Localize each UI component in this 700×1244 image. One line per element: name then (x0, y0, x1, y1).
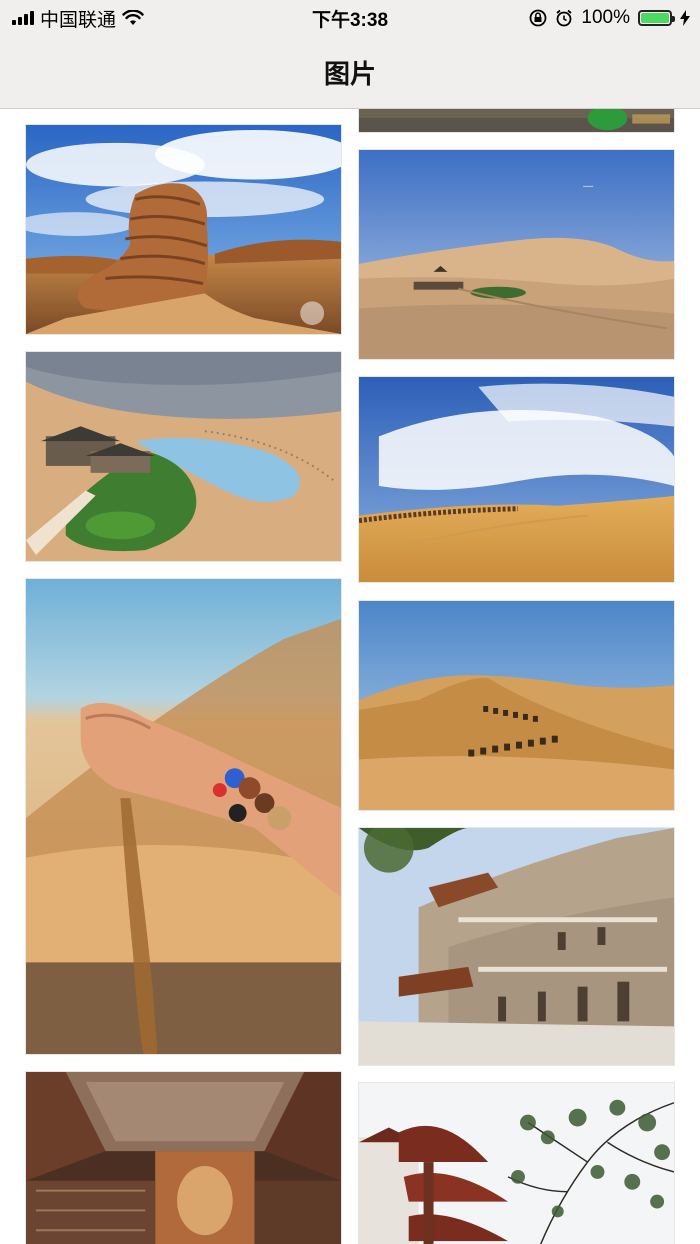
partial-photo-top[interactable] (358, 109, 675, 133)
charging-icon (680, 10, 690, 26)
svg-text:—: — (583, 180, 594, 193)
battery-percent: 100% (581, 7, 630, 28)
dunes-oasis-photo[interactable]: — (358, 149, 675, 360)
page-title: 图片 (323, 58, 376, 89)
mogao-caves-photo[interactable] (358, 827, 675, 1066)
carrier-label: 中国联通 (40, 9, 117, 31)
yadan-rock-photo[interactable] (25, 124, 342, 335)
alarm-icon (556, 9, 572, 27)
status-left: 中国联通 (0, 5, 144, 32)
crescent-lake-photo[interactable] (25, 351, 342, 562)
cave-ceiling-photo[interactable] (25, 1071, 342, 1244)
pagoda-tree-photo[interactable] (358, 1082, 675, 1244)
wifi-icon (122, 10, 144, 25)
sand-hand-photo[interactable] (25, 578, 342, 1055)
status-bar: 中国联通 下午3:38 100% (0, 0, 700, 36)
camel-caravan-sky-photo[interactable] (358, 376, 675, 583)
photo-gallery[interactable]: — (0, 109, 700, 1244)
rotation-lock-icon (529, 9, 547, 27)
camel-dunes-photo[interactable] (358, 600, 675, 811)
status-right: 100% (529, 7, 700, 29)
battery-icon (638, 10, 675, 26)
navigation-bar: 图片 (0, 36, 700, 109)
signal-icon (12, 11, 34, 25)
